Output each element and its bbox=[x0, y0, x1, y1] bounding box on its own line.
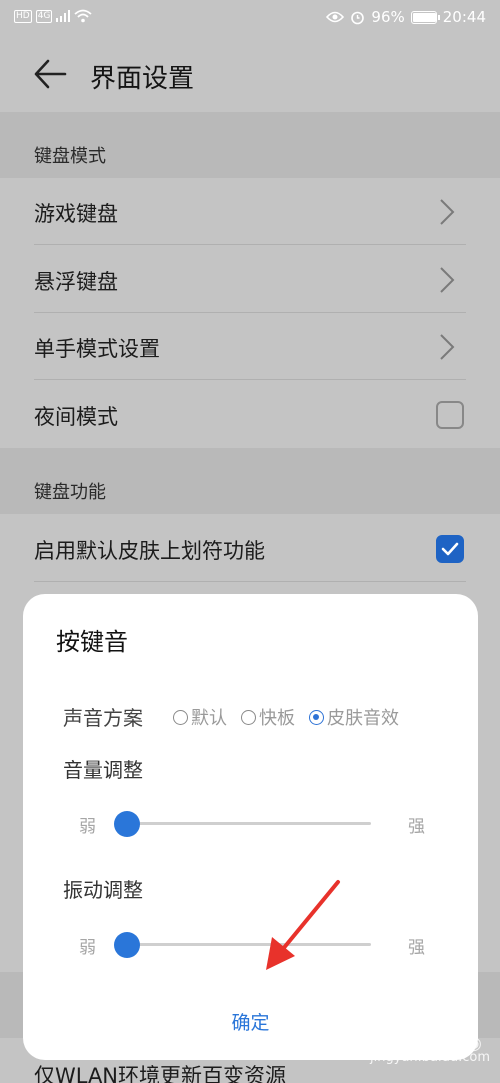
row-label: 悬浮键盘 bbox=[34, 270, 118, 294]
chevron-right-icon bbox=[440, 267, 455, 293]
radio-icon bbox=[173, 709, 188, 725]
row-game-keyboard[interactable]: 游戏键盘 bbox=[0, 178, 500, 245]
option-skin-sound[interactable]: 皮肤音效 bbox=[309, 704, 399, 730]
slider-max-label: 强 bbox=[408, 938, 425, 958]
eye-icon bbox=[326, 11, 345, 23]
hd-badge: HD bbox=[14, 9, 32, 23]
network-type-badge: 4G bbox=[35, 9, 53, 23]
radio-icon bbox=[241, 709, 256, 725]
dialog-title: 按键音 bbox=[56, 628, 128, 656]
status-right: 96% 20:44 bbox=[326, 8, 486, 26]
row-swipe-symbols[interactable]: 启用默认皮肤上划符功能 bbox=[0, 515, 500, 582]
page-title: 界面设置 bbox=[90, 64, 195, 94]
vibration-title: 振动调整 bbox=[63, 878, 143, 902]
option-label: 皮肤音效 bbox=[327, 708, 399, 729]
chevron-right-icon bbox=[440, 334, 455, 360]
row-divider bbox=[34, 244, 466, 245]
confirm-button[interactable]: 确定 bbox=[23, 1008, 478, 1035]
watermark-text: jingyan.baidu.com bbox=[370, 1050, 490, 1065]
radio-selected-icon bbox=[309, 709, 324, 725]
slider-min-label: 弱 bbox=[79, 938, 96, 958]
section-title: 键盘功能 bbox=[34, 482, 106, 503]
volume-slider[interactable]: 弱 强 bbox=[23, 803, 478, 843]
slider-thumb[interactable] bbox=[114, 811, 140, 837]
clock: 20:44 bbox=[442, 8, 486, 26]
battery-icon bbox=[410, 10, 440, 24]
sound-scheme-label: 声音方案 bbox=[63, 706, 143, 730]
back-arrow-icon[interactable] bbox=[32, 56, 68, 92]
row-label: 夜间模式 bbox=[34, 405, 118, 429]
row-label: 游戏键盘 bbox=[34, 202, 118, 226]
night-mode-checkbox[interactable] bbox=[436, 401, 464, 429]
key-sound-dialog: 按键音 声音方案 默认 快板 皮肤音效 音量调整 弱 强 振动调整 弱 强 确定 bbox=[23, 594, 478, 1060]
battery-level-fill bbox=[412, 12, 436, 22]
checkmark-icon bbox=[441, 542, 459, 556]
volume-title: 音量调整 bbox=[63, 758, 143, 782]
vibration-slider[interactable]: 弱 强 bbox=[23, 924, 478, 964]
row-label: 单手模式设置 bbox=[34, 337, 160, 361]
alarm-icon bbox=[351, 11, 365, 24]
row-night-mode[interactable]: 夜间模式 bbox=[0, 381, 500, 448]
option-kuaiban[interactable]: 快板 bbox=[241, 704, 295, 730]
section-header-keyboard-mode: 键盘模式 bbox=[0, 112, 500, 178]
status-bar: HD 4G 96% 20:44 bbox=[0, 0, 500, 36]
row-divider bbox=[34, 581, 466, 582]
title-bar: 界面设置 bbox=[0, 36, 500, 112]
row-divider bbox=[34, 379, 466, 380]
battery-percent: 96% bbox=[371, 8, 405, 26]
option-label: 快板 bbox=[259, 708, 295, 729]
slider-track[interactable] bbox=[114, 932, 371, 958]
section-header-keyboard-functions: 键盘功能 bbox=[0, 448, 500, 514]
slider-min-label: 弱 bbox=[79, 817, 96, 837]
chevron-right-icon bbox=[440, 199, 455, 225]
sound-scheme-options: 默认 快板 皮肤音效 bbox=[173, 704, 399, 730]
signal-icon bbox=[56, 10, 71, 22]
row-label: 仅WLAN环境更新百变资源 bbox=[34, 1064, 287, 1083]
row-one-hand-mode[interactable]: 单手模式设置 bbox=[0, 313, 500, 380]
section-title: 键盘模式 bbox=[34, 146, 106, 167]
wifi-icon bbox=[74, 9, 92, 23]
swipe-symbols-checkbox[interactable] bbox=[436, 535, 464, 563]
slider-thumb[interactable] bbox=[114, 932, 140, 958]
slider-max-label: 强 bbox=[408, 817, 425, 837]
option-label: 默认 bbox=[191, 708, 227, 729]
row-floating-keyboard[interactable]: 悬浮键盘 bbox=[0, 246, 500, 313]
option-default[interactable]: 默认 bbox=[173, 704, 227, 730]
slider-track[interactable] bbox=[114, 811, 371, 837]
row-label: 启用默认皮肤上划符功能 bbox=[34, 539, 265, 563]
status-left: HD 4G bbox=[14, 9, 92, 23]
